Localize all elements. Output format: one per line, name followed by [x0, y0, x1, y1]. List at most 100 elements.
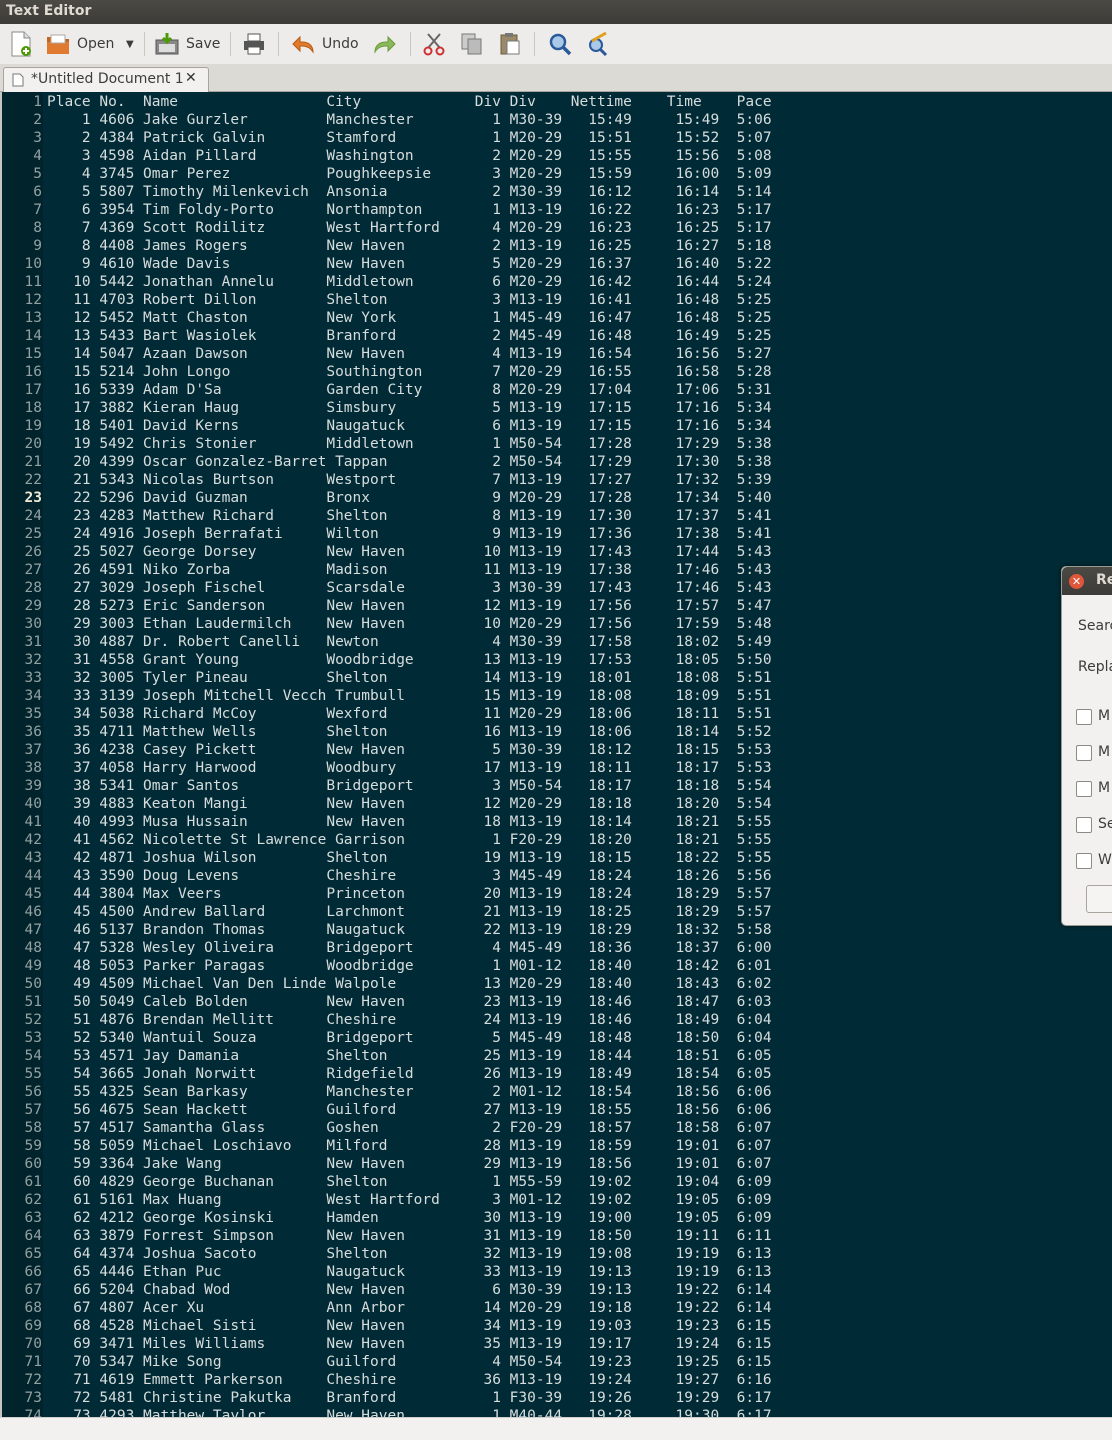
- dialog-button[interactable]: [1086, 885, 1112, 913]
- cut-button[interactable]: [423, 30, 445, 58]
- line-text: Place No. Name City Div Div Nettime Time…: [47, 94, 772, 110]
- toolbar-separator: [410, 32, 411, 56]
- line-number: 61: [24, 1174, 42, 1190]
- line-text: 24 4916 Joseph Berrafati Wilton 9 M13-19…: [47, 526, 772, 542]
- text-line: 54 53 4571 Jay Damania Shelton 25 M13-19…: [2, 1047, 772, 1065]
- line-number: 2: [33, 112, 42, 128]
- redo-button[interactable]: [372, 30, 396, 58]
- match-entire-word-checkbox[interactable]: [1076, 745, 1092, 761]
- text-line: 20 19 5492 Chris Stonier Middletown 1 M5…: [2, 435, 772, 453]
- text-line: 56 55 4325 Sean Barkasy Manchester 2 M01…: [2, 1083, 772, 1101]
- line-number: 1: [33, 94, 42, 110]
- line-number: 48: [24, 940, 42, 956]
- line-text: 59 3364 Jake Wang New Haven 29 M13-19 18…: [47, 1156, 772, 1172]
- find-button[interactable]: [548, 30, 572, 58]
- line-text: 53 4571 Jay Damania Shelton 25 M13-19 18…: [47, 1048, 772, 1064]
- text-line: 30 29 3003 Ethan Laudermilch New Haven 1…: [2, 615, 772, 633]
- line-text: 12 5452 Matt Chaston New York 1 M45-49 1…: [47, 310, 772, 326]
- wrap-around-checkbox[interactable]: [1076, 853, 1092, 869]
- text-line: 58 57 4517 Samantha Glass Goshen 2 F20-2…: [2, 1119, 772, 1137]
- open-recent-dropdown[interactable]: ▼: [126, 30, 134, 58]
- close-tab-icon[interactable]: ✕: [185, 70, 197, 86]
- text-line: 59 58 5059 Michael Loschiavo Milford 28 …: [2, 1137, 772, 1155]
- line-number: 58: [24, 1120, 42, 1136]
- line-text: 1 4606 Jake Gurzler Manchester 1 M30-39 …: [47, 112, 772, 128]
- print-button[interactable]: [242, 30, 266, 58]
- text-line: 11 10 5442 Jonathan Annelu Middletown 6 …: [2, 273, 772, 291]
- line-text: 45 4500 Andrew Ballard Larchmont 21 M13-…: [47, 904, 772, 920]
- line-number: 35: [24, 706, 42, 722]
- match-case-label: M: [1098, 708, 1111, 724]
- save-button[interactable]: Save: [154, 30, 220, 58]
- line-text: 28 5273 Eric Sanderson New Haven 12 M13-…: [47, 598, 772, 614]
- match-regex-label: M: [1098, 780, 1111, 796]
- text-line: 10 9 4610 Wade Davis New Haven 5 M20-29 …: [2, 255, 772, 273]
- redo-icon: [374, 35, 396, 54]
- window-title: Text Editor: [6, 3, 92, 19]
- line-text: 68 4528 Michael Sisti New Haven 34 M13-1…: [47, 1318, 772, 1334]
- line-number: 46: [24, 904, 42, 920]
- line-number: 53: [24, 1030, 42, 1046]
- close-icon[interactable]: ✕: [1069, 574, 1084, 589]
- line-text: 25 5027 George Dorsey New Haven 10 M13-1…: [47, 544, 772, 560]
- undo-button[interactable]: Undo: [292, 30, 359, 58]
- text-line: 5 4 3745 Omar Perez Poughkeepsie 3 M20-2…: [2, 165, 771, 183]
- line-number: 17: [24, 382, 42, 398]
- text-line: 34 33 3139 Joseph Mitchell Vecch Trumbul…: [2, 687, 772, 705]
- dialog-title: Re: [1096, 572, 1112, 588]
- line-text: 14 5047 Azaan Dawson New Haven 4 M13-19 …: [47, 346, 772, 362]
- text-line: 25 24 4916 Joseph Berrafati Wilton 9 M13…: [2, 525, 772, 543]
- text-line: 31 30 4887 Dr. Robert Canelli Newton 4 M…: [2, 633, 772, 651]
- line-text: 52 5340 Wantuil Souza Bridgeport 5 M45-4…: [47, 1030, 772, 1046]
- open-label: Open: [77, 36, 115, 52]
- line-number: 5: [33, 166, 42, 182]
- copy-icon: [461, 33, 482, 55]
- text-line: 21 20 4399 Oscar Gonzalez-Barret Tappan …: [2, 453, 772, 471]
- copy-button[interactable]: [460, 30, 484, 58]
- text-lines: 1 Place No. Name City Div Div Nettime Tim…: [2, 93, 772, 1417]
- line-text: 67 4807 Acer Xu Ann Arbor 14 M20-29 19:1…: [47, 1300, 772, 1316]
- line-text: 39 4883 Keaton Mangi New Haven 12 M20-29…: [47, 796, 772, 812]
- line-text: 30 4887 Dr. Robert Canelli Newton 4 M30-…: [47, 634, 772, 650]
- line-text: 51 4876 Brendan Mellitt Cheshire 24 M13-…: [47, 1012, 772, 1028]
- status-bar: [0, 1417, 1112, 1440]
- line-number: 47: [24, 922, 42, 938]
- line-number: 21: [24, 454, 42, 470]
- replace-button[interactable]: [586, 30, 610, 58]
- new-document-button[interactable]: [9, 30, 33, 58]
- search-icon: [549, 33, 572, 56]
- line-text: 27 3029 Joseph Fischel Scarsdale 3 M30-3…: [47, 580, 772, 596]
- text-line: 74 73 4293 Matthew Taylor New Haven 1 M4…: [2, 1407, 772, 1417]
- search-backwards-checkbox[interactable]: [1076, 817, 1092, 833]
- line-number: 4: [33, 148, 42, 164]
- printer-icon: [244, 33, 264, 55]
- line-number: 74: [24, 1408, 42, 1417]
- text-line: 47 46 5137 Brandon Thomas Naugatuck 22 M…: [2, 921, 772, 939]
- line-number: 52: [24, 1012, 42, 1028]
- scissors-icon: [423, 33, 445, 56]
- line-text: 47 5328 Wesley Oliveira Bridgeport 4 M45…: [47, 940, 772, 956]
- tab-untitled-document[interactable]: *Untitled Document 1 ✕: [3, 67, 209, 92]
- text-line: 45 44 3804 Max Veers Princeton 20 M13-19…: [2, 885, 772, 903]
- text-line: 39 38 5341 Omar Santos Bridgeport 3 M50-…: [2, 777, 772, 795]
- line-number: 34: [24, 688, 42, 704]
- text-line: 38 37 4058 Harry Harwood Woodbury 17 M13…: [2, 759, 772, 777]
- text-line: 4 3 4598 Aidan Pillard Washington 2 M20-…: [2, 147, 772, 165]
- dialog-titlebar: ✕ Re: [1062, 567, 1112, 595]
- line-number: 57: [24, 1102, 42, 1118]
- line-number: 33: [24, 670, 42, 686]
- line-text: 41 4562 Nicolette St Lawrence Garrison 1…: [47, 832, 772, 848]
- line-text: 3 4598 Aidan Pillard Washington 2 M20-29…: [47, 148, 772, 164]
- text-line: 73 72 5481 Christine Pakutka Branford 1 …: [2, 1389, 772, 1407]
- line-text: 7 4369 Scott Rodilitz West Hartford 4 M2…: [47, 220, 772, 236]
- text-line: 37 36 4238 Casey Pickett New Haven 5 M30…: [2, 741, 772, 759]
- text-editor-area[interactable]: 1 Place No. Name City Div Div Nettime Tim…: [0, 92, 1112, 1417]
- match-case-checkbox[interactable]: [1076, 709, 1092, 725]
- line-text: 44 3804 Max Veers Princeton 20 M13-19 18…: [47, 886, 772, 902]
- line-number: 28: [24, 580, 42, 596]
- paste-button[interactable]: [498, 30, 522, 58]
- open-button[interactable]: Open: [45, 30, 114, 58]
- line-number: 56: [24, 1084, 42, 1100]
- match-regex-checkbox[interactable]: [1076, 781, 1092, 797]
- line-text: 43 3590 Doug Levens Cheshire 3 M45-49 18…: [47, 868, 772, 884]
